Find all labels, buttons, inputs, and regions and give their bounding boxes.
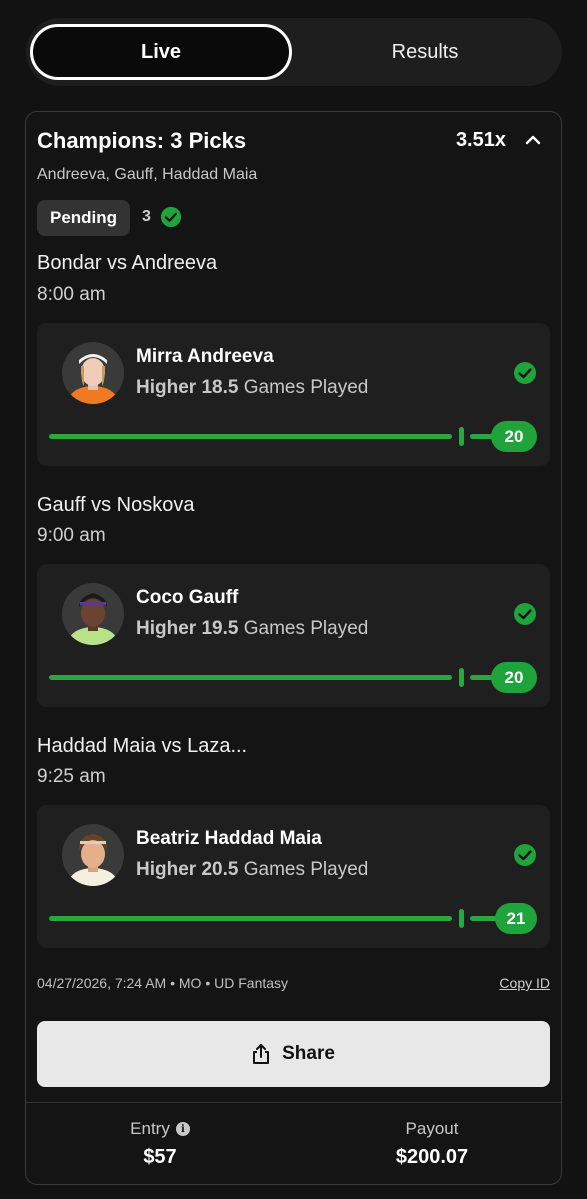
progress-bar [49, 434, 452, 439]
player-name: Coco Gauff [136, 587, 239, 608]
chevron-up-icon[interactable] [523, 130, 543, 150]
pick-direction: Higher [136, 859, 197, 880]
entry-value: $57 [143, 1146, 177, 1168]
match-title: Bondar vs Andreeva [37, 252, 218, 274]
tab-live[interactable]: Live [30, 24, 292, 80]
pick-stat: Games Played [243, 859, 369, 880]
entry-card: Champions: 3 Picks 3.51x Andreeva, Gauff… [25, 111, 562, 1185]
entry-label: Entry [130, 1119, 170, 1138]
payout-summary: Payout $200.07 [332, 1119, 532, 1169]
match-time: 9:25 am [37, 766, 106, 787]
pick-direction: Higher [136, 377, 197, 398]
line-marker [459, 909, 464, 928]
match-time: 9:00 am [37, 525, 106, 546]
player-name: Mirra Andreeva [136, 346, 274, 367]
share-icon [253, 1044, 270, 1064]
pick-direction: Higher [136, 618, 197, 639]
status-badge: Pending [37, 200, 131, 236]
match-time: 8:00 am [37, 284, 106, 305]
tab-results[interactable]: Results [294, 24, 556, 80]
pick-card[interactable]: Beatriz Haddad Maia Higher 20.5 Games Pl… [37, 805, 550, 948]
entry-summary: Entry i $57 [60, 1119, 260, 1169]
avatar [62, 342, 124, 404]
divider [26, 1102, 561, 1103]
correct-count: 3 [142, 208, 151, 225]
result-value: 21 [495, 903, 537, 934]
player-name: Beatriz Haddad Maia [136, 828, 322, 849]
entry-meta: 04/27/2026, 7:24 AM • MO • UD Fantasy [37, 975, 289, 991]
pick-value: 20.5 [201, 859, 239, 880]
payout-label: Payout [405, 1119, 459, 1138]
pick-stat: Games Played [243, 618, 369, 639]
result-value: 20 [491, 421, 537, 452]
pick-line: Higher 19.5 Games Played [136, 618, 368, 640]
avatar [62, 583, 124, 645]
payout-multiplier: 3.51x [455, 129, 506, 151]
copy-id-link[interactable]: Copy ID [499, 975, 550, 991]
match-title: Gauff vs Noskova [37, 494, 195, 516]
entry-title: Champions: 3 Picks [37, 128, 247, 153]
match-title: Haddad Maia vs Laza... [37, 735, 248, 757]
check-circle-icon [514, 844, 536, 866]
payout-value: $200.07 [395, 1146, 469, 1168]
avatar [62, 824, 124, 886]
share-label: Share [282, 1043, 335, 1064]
pick-value: 18.5 [201, 377, 239, 398]
share-button[interactable]: Share [37, 1021, 550, 1087]
pick-line: Higher 20.5 Games Played [136, 859, 368, 881]
result-value: 20 [491, 662, 537, 693]
check-circle-icon [160, 206, 182, 228]
check-circle-icon [514, 603, 536, 625]
pick-card[interactable]: Coco Gauff Higher 19.5 Games Played 20 [37, 564, 550, 707]
progress-bar [49, 675, 452, 680]
tab-bar: Live Results [26, 18, 562, 86]
line-marker [459, 427, 464, 446]
pick-line: Higher 18.5 Games Played [136, 377, 368, 399]
info-icon[interactable]: i [175, 1122, 190, 1136]
pick-value: 19.5 [201, 618, 239, 639]
progress-bar [49, 916, 452, 921]
pick-stat: Games Played [243, 377, 369, 398]
entry-players: Andreeva, Gauff, Haddad Maia [37, 166, 258, 183]
pick-card[interactable]: Mirra Andreeva Higher 18.5 Games Played … [37, 323, 550, 466]
line-marker [459, 668, 464, 687]
check-circle-icon [514, 362, 536, 384]
